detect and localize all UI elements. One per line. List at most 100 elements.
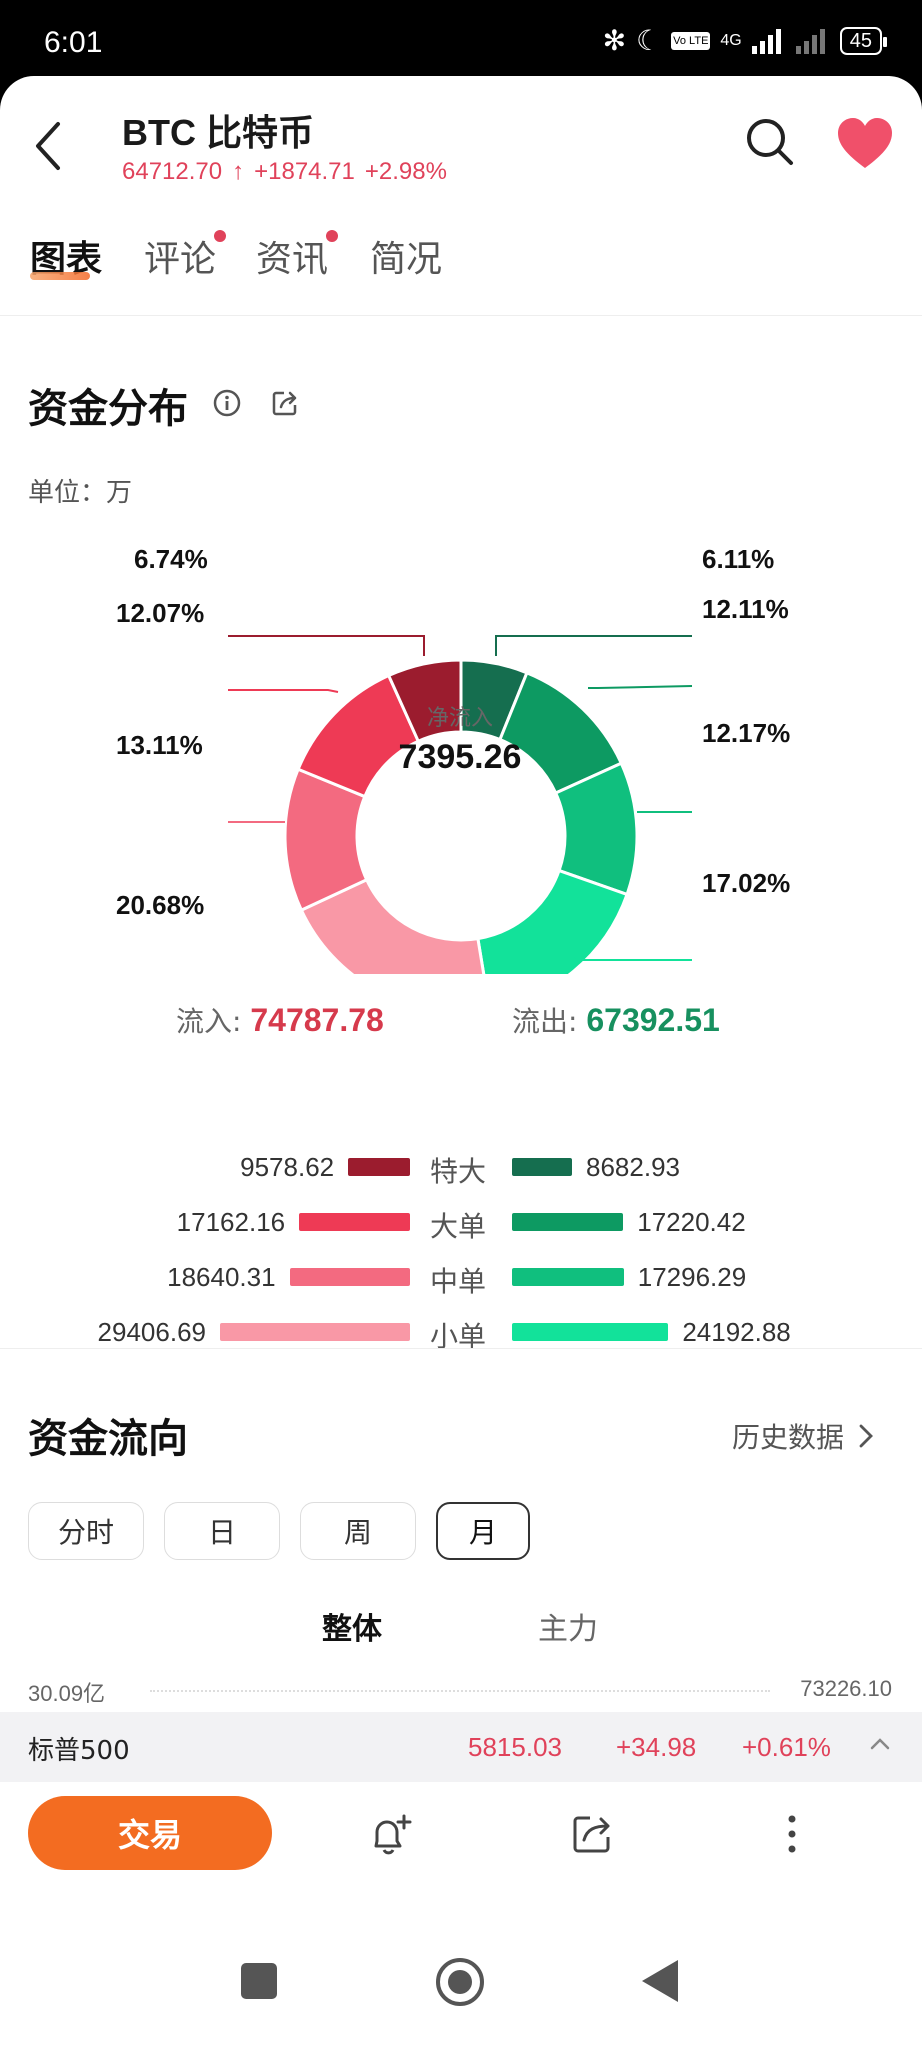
moon-icon: ☾ <box>636 24 662 57</box>
outflow-amount: 17296.29 <box>637 1262 747 1292</box>
system-nav-bar <box>0 1932 922 2042</box>
ticker-name: 标普500 <box>28 1736 130 1766</box>
donut-slice-out-4 <box>476 868 629 974</box>
tab-overview[interactable]: 简况 <box>370 230 442 282</box>
more-icon[interactable] <box>768 1810 816 1858</box>
header: BTC 比特币 64712.70 ↑ +1874.71 +2.98% <box>0 76 922 196</box>
tab-label: 简况 <box>370 239 443 280</box>
inflow-bar <box>289 1268 410 1286</box>
period-day[interactable]: 日 <box>164 1502 280 1560</box>
info-icon[interactable] <box>212 388 242 418</box>
status-icons: ✻ ☾ Vo LTE 4G 45 <box>602 24 888 57</box>
share-icon[interactable] <box>568 1810 616 1858</box>
inflow-bar <box>299 1213 410 1231</box>
right-pct-4: 17.02% <box>702 868 791 898</box>
inflow-label: 流入: <box>176 1005 251 1038</box>
history-data-link[interactable]: 历史数据 <box>732 1416 874 1456</box>
outflow-amount: 24192.88 <box>682 1317 791 1347</box>
right-pct-1: 6.11% <box>702 544 775 574</box>
outflow-amount: 8682.93 <box>586 1152 680 1182</box>
leader-line-out-2 <box>588 685 693 689</box>
left-pct-1: 6.74% <box>134 544 208 574</box>
nav-home-icon[interactable] <box>434 1956 486 2008</box>
ticker-pct: +0.61% <box>742 1732 831 1762</box>
signal-icon <box>751 28 781 54</box>
index-ticker[interactable]: 标普500 5815.03 +34.98 +0.61% <box>0 1712 922 1782</box>
search-icon[interactable] <box>744 116 796 168</box>
leader-line-in-1 <box>228 635 425 656</box>
tab-bar: 图表 评论 资讯 简况 <box>0 226 922 316</box>
app-page: BTC 比特币 64712.70 ↑ +1874.71 +2.98% 图表 评论… <box>0 76 922 2049</box>
period-week[interactable]: 周 <box>300 1502 416 1560</box>
notification-dot <box>214 230 227 242</box>
leader-line-in-2 <box>228 689 339 693</box>
tab-comments[interactable]: 评论 <box>144 230 227 282</box>
segment-main[interactable]: 主力 <box>538 1604 598 1648</box>
outflow-bar <box>512 1268 624 1286</box>
volte-icon: Vo LTE <box>671 31 711 50</box>
price-value: 64712.70 <box>122 158 223 185</box>
outflow-total: 流出: 67392.51 <box>512 1000 720 1040</box>
chart-gridline <box>150 1690 770 1692</box>
inflow-value: 74787.78 <box>250 1002 384 1038</box>
leader-line-out-1 <box>495 635 692 656</box>
axis-left-value: 30.09亿 <box>28 1681 106 1706</box>
nav-back-icon[interactable] <box>640 1958 680 2004</box>
ticker-price: 5815.03 <box>468 1732 562 1762</box>
nav-recents-icon[interactable] <box>240 1962 278 2000</box>
outflow-value: 67392.51 <box>586 1002 720 1038</box>
outflow-bar <box>512 1158 572 1176</box>
arrow-up-icon: ↑ <box>232 158 245 185</box>
order-size-label: 小单 <box>430 1320 487 1353</box>
signal-off-icon <box>795 28 825 54</box>
price-change: +1874.71 <box>254 158 355 185</box>
outflow-bar <box>512 1213 624 1231</box>
bell-plus-icon[interactable] <box>366 1810 414 1858</box>
segment-overall[interactable]: 整体 <box>322 1604 382 1648</box>
bluetooth-icon: ✻ <box>602 24 627 57</box>
inflow-total: 流入: 74787.78 <box>176 1000 384 1040</box>
page-title: BTC 比特币 <box>122 112 314 153</box>
inflow-bar <box>348 1158 410 1176</box>
order-size-label: 中单 <box>430 1265 487 1298</box>
right-pct-2: 12.11% <box>702 594 789 624</box>
flow-title: 资金流向 <box>28 1416 188 1462</box>
order-row: 17162.16 大单 17220.42 <box>0 1203 922 1243</box>
axis-right-value: 73226.10 <box>800 1676 892 1701</box>
order-size-label: 特大 <box>430 1155 487 1188</box>
order-row: 9578.62 特大 8682.93 <box>0 1148 922 1188</box>
trade-button[interactable]: 交易 <box>28 1796 272 1870</box>
tab-label: 资讯 <box>256 239 329 280</box>
status-time: 6:01 <box>44 26 103 59</box>
inflow-amount: 18640.31 <box>167 1262 276 1292</box>
back-icon[interactable] <box>26 116 70 176</box>
chevron-right-icon <box>859 1424 873 1448</box>
right-pct-3: 12.17% <box>702 718 791 748</box>
section-divider <box>0 1348 922 1349</box>
chevron-up-icon[interactable] <box>868 1732 892 1756</box>
inflow-amount: 29406.69 <box>97 1317 206 1347</box>
period-intraday[interactable]: 分时 <box>28 1502 144 1560</box>
outflow-amount: 17220.42 <box>637 1207 746 1237</box>
net-inflow-value: 7395.26 <box>398 738 522 776</box>
leader-line-out-4 <box>573 955 692 961</box>
tab-news[interactable]: 资讯 <box>256 230 339 282</box>
heart-icon[interactable] <box>836 116 894 170</box>
battery-indicator: 45 <box>839 26 888 55</box>
share-icon[interactable] <box>270 388 300 418</box>
history-label: 历史数据 <box>732 1421 845 1454</box>
unit-label: 单位：万 <box>28 478 133 508</box>
outflow-label: 流出: <box>512 1005 587 1038</box>
active-tab-indicator <box>30 272 90 280</box>
inflow-bar <box>220 1323 410 1341</box>
distribution-title: 资金分布 <box>28 386 188 432</box>
order-row: 29406.69 小单 24192.88 <box>0 1313 922 1353</box>
net-inflow-label: 净流入 <box>426 706 493 731</box>
order-row: 18640.31 中单 17296.29 <box>0 1258 922 1298</box>
tab-label: 评论 <box>144 239 217 280</box>
period-month[interactable]: 月 <box>436 1502 530 1560</box>
inflow-amount: 17162.16 <box>176 1207 286 1237</box>
outflow-bar <box>512 1323 669 1341</box>
price-change-pct: +2.98% <box>364 158 447 185</box>
left-pct-3: 13.11% <box>116 730 203 760</box>
